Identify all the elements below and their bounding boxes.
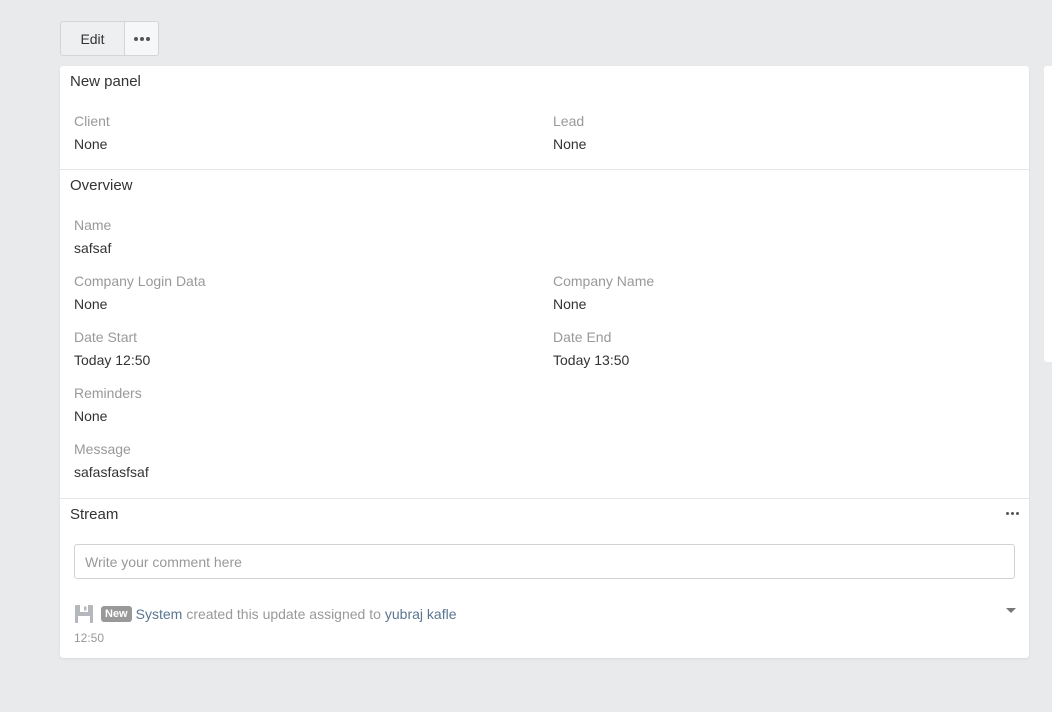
stream-menu-icon[interactable] xyxy=(1006,512,1019,515)
save-icon xyxy=(75,605,93,623)
date-end-value: Today 13:50 xyxy=(553,352,630,368)
panel-divider xyxy=(60,169,1029,170)
edit-button[interactable]: Edit xyxy=(60,21,125,56)
name-value: safsaf xyxy=(74,240,112,256)
client-value: None xyxy=(74,136,108,152)
assignee-link[interactable]: yubraj kafle xyxy=(385,606,457,622)
more-actions-button[interactable] xyxy=(125,21,159,56)
company-login-value: None xyxy=(74,296,108,312)
lead-value: None xyxy=(553,136,587,152)
name-label: Name xyxy=(74,217,112,233)
message-label: Message xyxy=(74,441,131,457)
reminders-value: None xyxy=(74,408,108,424)
company-name-value: None xyxy=(553,296,587,312)
record-detail-card: New panel Client None Lead None Overview… xyxy=(60,66,1029,658)
actor-link[interactable]: System xyxy=(136,606,183,622)
chevron-down-icon[interactable] xyxy=(1006,608,1016,613)
panel-title-stream: Stream xyxy=(70,506,119,523)
reminders-label: Reminders xyxy=(74,385,142,401)
date-start-label: Date Start xyxy=(74,329,138,345)
client-label: Client xyxy=(74,113,110,129)
panel-title-new: New panel xyxy=(70,73,141,90)
comment-input[interactable] xyxy=(74,544,1015,579)
record-actions: Edit xyxy=(60,21,159,56)
message-value: safasfasfsaf xyxy=(74,464,149,480)
company-login-label: Company Login Data xyxy=(74,273,206,289)
date-end-label: Date End xyxy=(553,329,612,345)
panel-title-overview: Overview xyxy=(70,177,133,194)
date-start-value: Today 12:50 xyxy=(74,352,151,368)
note-text: created this update assigned to xyxy=(186,606,381,622)
lead-label: Lead xyxy=(553,113,585,129)
company-name-label: Company Name xyxy=(553,273,655,289)
stream-note: New System created this update assigned … xyxy=(74,604,456,624)
panel-divider xyxy=(60,498,1029,499)
side-panel xyxy=(1044,66,1052,362)
status-badge: New xyxy=(101,606,132,622)
ellipsis-icon xyxy=(133,36,150,41)
note-timestamp: 12:50 xyxy=(74,631,105,645)
